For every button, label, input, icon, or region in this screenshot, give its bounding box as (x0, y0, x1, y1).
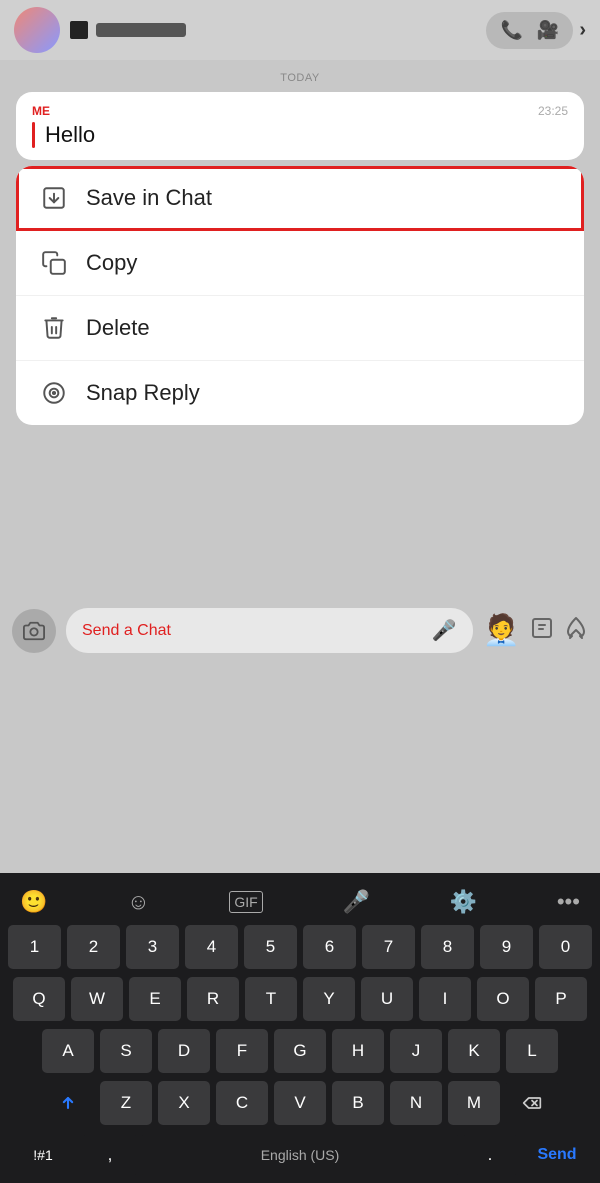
key-r[interactable]: R (187, 977, 239, 1021)
key-1[interactable]: 1 (8, 925, 61, 969)
key-d[interactable]: D (158, 1029, 210, 1073)
rocket-icon[interactable] (564, 616, 588, 646)
context-copy[interactable]: Copy (16, 231, 584, 296)
key-7[interactable]: 7 (362, 925, 415, 969)
snap-reply-label: Snap Reply (86, 380, 200, 406)
key-0[interactable]: 0 (539, 925, 592, 969)
save-in-chat-icon (40, 184, 68, 212)
message-wrapper: ME 23:25 Hello (16, 92, 584, 160)
copy-icon (40, 249, 68, 277)
header-square (70, 21, 88, 39)
message-text: Hello (45, 122, 95, 148)
key-y[interactable]: Y (303, 977, 355, 1021)
delete-label: Delete (86, 315, 150, 341)
space-key[interactable]: English (US) (142, 1133, 458, 1177)
header-name-bar (96, 23, 186, 37)
number-switch-key[interactable]: !#1 (8, 1133, 78, 1177)
context-snap-reply[interactable]: Snap Reply (16, 361, 584, 425)
video-icon[interactable]: 🎥 (537, 20, 559, 41)
key-g[interactable]: G (274, 1029, 326, 1073)
chevron-right-icon[interactable]: › (579, 19, 586, 42)
key-q[interactable]: Q (13, 977, 65, 1021)
key-2[interactable]: 2 (67, 925, 120, 969)
settings-icon[interactable]: ⚙️ (450, 889, 477, 915)
microphone-icon[interactable]: 🎤 (343, 889, 370, 915)
key-z[interactable]: Z (100, 1081, 152, 1125)
asdf-row: A S D F G H J K L (8, 1029, 592, 1073)
snap-reply-icon (40, 379, 68, 407)
key-5[interactable]: 5 (244, 925, 297, 969)
copy-label: Copy (86, 250, 137, 276)
key-8[interactable]: 8 (421, 925, 474, 969)
key-s[interactable]: S (100, 1029, 152, 1073)
key-v[interactable]: V (274, 1081, 326, 1125)
key-4[interactable]: 4 (185, 925, 238, 969)
key-e[interactable]: E (129, 977, 181, 1021)
key-i[interactable]: I (419, 977, 471, 1021)
key-k[interactable]: K (448, 1029, 500, 1073)
qwerty-row: Q W E R T Y U I O P (8, 977, 592, 1021)
key-u[interactable]: U (361, 977, 413, 1021)
key-m[interactable]: M (448, 1081, 500, 1125)
header-actions-pill: 📞 🎥 (486, 12, 573, 49)
message-sender: ME (32, 104, 50, 118)
zxcv-row: Z X C V B N M (8, 1081, 592, 1125)
key-9[interactable]: 9 (480, 925, 533, 969)
camera-button[interactable] (12, 609, 56, 653)
header: 📞 🎥 › (0, 0, 600, 60)
red-bar (32, 122, 35, 148)
emoji-icon[interactable]: ☺ (127, 889, 149, 915)
chat-area: TODAY ME 23:25 Hello Save in Ch (0, 60, 600, 439)
sticker-area: 🧑‍💼 (483, 613, 588, 648)
key-b[interactable]: B (332, 1081, 384, 1125)
header-icons: 📞 🎥 › (486, 12, 586, 49)
context-save-in-chat[interactable]: Save in Chat (16, 166, 584, 231)
keyboard: 🙂 ☺ GIF 🎤 ⚙️ ••• 1 2 3 4 5 6 7 8 9 0 Q W… (0, 873, 600, 1183)
key-o[interactable]: O (477, 977, 529, 1021)
key-j[interactable]: J (390, 1029, 442, 1073)
header-name-block (70, 21, 476, 39)
save-in-chat-label: Save in Chat (86, 185, 212, 211)
key-h[interactable]: H (332, 1029, 384, 1073)
number-row: 1 2 3 4 5 6 7 8 9 0 (8, 925, 592, 969)
bottom-row: !#1 , English (US) . Send (8, 1133, 592, 1177)
keyboard-toolbar: 🙂 ☺ GIF 🎤 ⚙️ ••• (4, 881, 596, 925)
key-w[interactable]: W (71, 977, 123, 1021)
mic-icon[interactable]: 🎤 (432, 618, 457, 643)
context-menu: Save in Chat Copy Delete (16, 166, 584, 425)
key-x[interactable]: X (158, 1081, 210, 1125)
shift-key[interactable] (42, 1081, 94, 1125)
key-a[interactable]: A (42, 1029, 94, 1073)
more-icon[interactable]: ••• (557, 889, 580, 915)
chat-input-placeholder: Send a Chat (82, 622, 424, 640)
comma-key[interactable]: , (84, 1133, 136, 1177)
period-key[interactable]: . (464, 1133, 516, 1177)
emoji-sticker-icon[interactable]: 🙂 (20, 889, 47, 915)
key-6[interactable]: 6 (303, 925, 356, 969)
keyboard-rows: 1 2 3 4 5 6 7 8 9 0 Q W E R T Y U I O P … (4, 925, 596, 1177)
input-bar: Send a Chat 🎤 🧑‍💼 (0, 598, 600, 663)
sticker-bitmoji[interactable]: 🧑‍💼 (483, 613, 520, 648)
key-f[interactable]: F (216, 1029, 268, 1073)
message-time: 23:25 (538, 104, 568, 118)
delete-icon (40, 314, 68, 342)
context-delete[interactable]: Delete (16, 296, 584, 361)
gif-icon[interactable]: GIF (229, 891, 262, 913)
key-p[interactable]: P (535, 977, 587, 1021)
key-c[interactable]: C (216, 1081, 268, 1125)
message-header: ME 23:25 (32, 104, 568, 118)
avatar (14, 7, 60, 53)
today-label: TODAY (16, 72, 584, 84)
sticker-card-icon[interactable] (530, 616, 554, 646)
send-key[interactable]: Send (522, 1133, 592, 1177)
key-l[interactable]: L (506, 1029, 558, 1073)
backspace-key[interactable] (506, 1081, 558, 1125)
key-t[interactable]: T (245, 977, 297, 1021)
phone-icon[interactable]: 📞 (500, 20, 522, 41)
chat-input-pill[interactable]: Send a Chat 🎤 (66, 608, 473, 653)
key-n[interactable]: N (390, 1081, 442, 1125)
message-card: ME 23:25 Hello (16, 92, 584, 160)
key-3[interactable]: 3 (126, 925, 179, 969)
